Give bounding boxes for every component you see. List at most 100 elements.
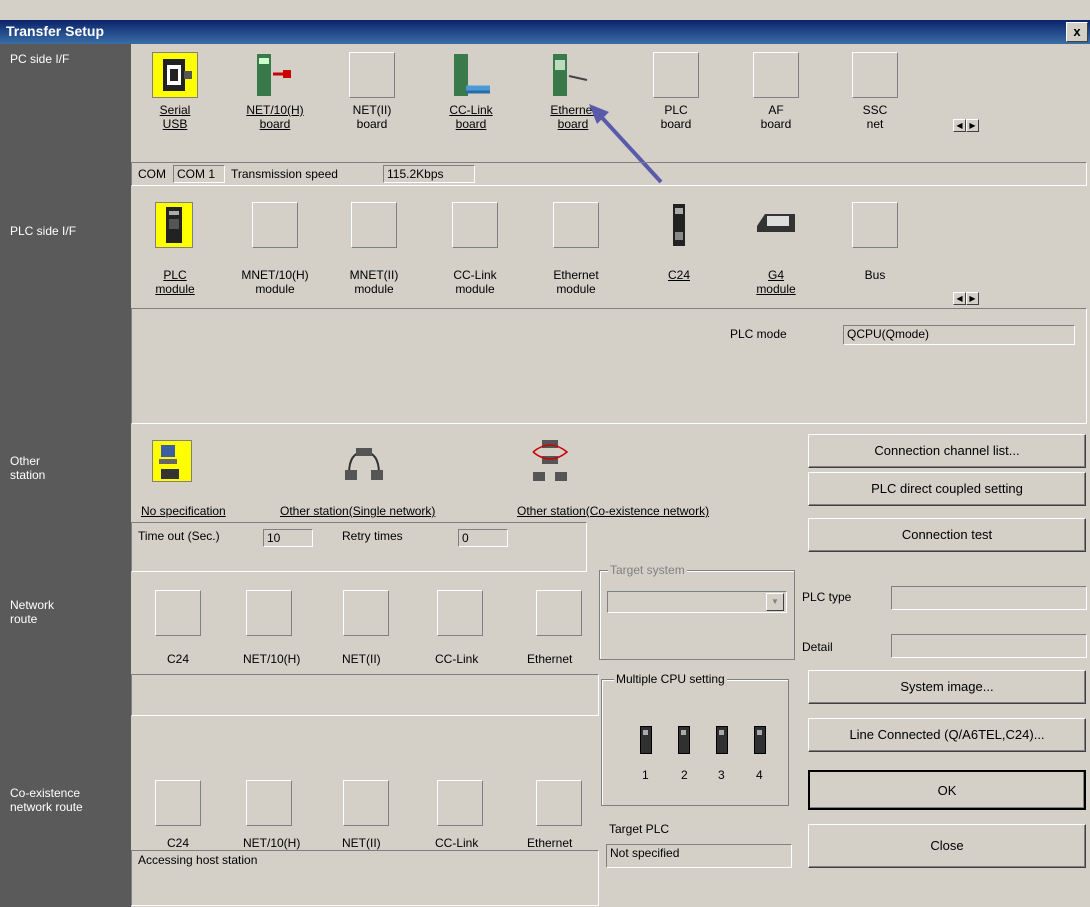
serial-usb-icon[interactable] [152, 52, 198, 98]
network-route-panel [131, 674, 599, 716]
scroll-left-icon[interactable]: ◀ [953, 292, 966, 305]
system-image-button[interactable]: System image... [808, 670, 1086, 704]
mnet10h-module-icon[interactable] [252, 202, 298, 248]
coexist-network-icon[interactable] [527, 436, 573, 482]
pc-side-scroll[interactable]: ◀ ▶ [953, 119, 981, 133]
cpu-4-icon[interactable] [754, 726, 766, 754]
dropdown-arrow-icon[interactable]: ▼ [766, 593, 784, 611]
scroll-right-icon[interactable]: ▶ [966, 119, 979, 132]
plc-mode-field[interactable]: QCPU(Qmode) [843, 325, 1075, 345]
coexist-ethernet-icon[interactable] [536, 780, 582, 826]
timeout-field[interactable]: 10 [263, 529, 313, 547]
plc-direct-coupled-button[interactable]: PLC direct coupled setting [808, 472, 1086, 506]
plc-module-icon[interactable] [155, 202, 193, 248]
scroll-right-icon[interactable]: ▶ [966, 292, 979, 305]
plc-item-mnet2[interactable]: MNET(II) module [334, 268, 414, 296]
net-route-c24-icon[interactable] [155, 590, 201, 636]
cpu-1-label: 1 [642, 768, 649, 782]
cpu-1-icon[interactable] [640, 726, 652, 754]
com-field[interactable]: COM 1 [173, 165, 225, 183]
cclink-module-icon[interactable] [452, 202, 498, 248]
af-board-icon[interactable] [753, 52, 799, 98]
pc-item-cclink[interactable]: CC-Link board [431, 103, 511, 131]
board-icon [257, 54, 291, 96]
target-plc-field[interactable]: Not specified [606, 844, 792, 868]
multi-cpu-label: Multiple CPU setting [614, 672, 727, 686]
detail-label: Detail [802, 640, 833, 654]
retry-field[interactable]: 0 [458, 529, 508, 547]
plc-item-plc[interactable]: PLC module [135, 268, 215, 296]
scroll-left-icon[interactable]: ◀ [953, 119, 966, 132]
line-connected-button[interactable]: Line Connected (Q/A6TEL,C24)... [808, 718, 1086, 752]
plc-item-g4[interactable]: G4 module [736, 268, 816, 296]
plc-side-scroll[interactable]: ◀ ▶ [953, 292, 981, 306]
com-settings-panel: COM COM 1 Transmission speed 115.2Kbps [131, 162, 1087, 186]
cpu-2-icon[interactable] [678, 726, 690, 754]
cpu-4-label: 4 [756, 768, 763, 782]
network-icon [532, 440, 569, 481]
connection-channel-list-button[interactable]: Connection channel list... [808, 434, 1086, 468]
target-system-label: Target system [608, 563, 687, 577]
ethernet-board-icon[interactable] [547, 52, 593, 98]
c24-module-icon[interactable] [669, 202, 689, 248]
net-route-ethernet-label: Ethernet [527, 652, 573, 666]
single-network-link[interactable]: Other station(Single network) [280, 504, 435, 518]
net-route-net10h-icon[interactable] [246, 590, 292, 636]
bus-icon[interactable] [852, 202, 898, 248]
coexist-network-link[interactable]: Other station(Co-existence network) [517, 504, 709, 518]
plc-item-cclink[interactable]: CC-Link module [435, 268, 515, 296]
g4-icon [757, 214, 795, 232]
timeout-label: Time out (Sec.) [138, 529, 220, 543]
retry-label: Retry times [342, 529, 403, 543]
ssc-net-icon[interactable] [852, 52, 898, 98]
no-spec-link[interactable]: No specification [141, 504, 226, 518]
pc-side-label: PC side I/F [10, 52, 70, 66]
single-network-icon[interactable] [341, 440, 387, 486]
net-route-cclink-icon[interactable] [437, 590, 483, 636]
close-icon[interactable]: x [1066, 22, 1088, 42]
coexist-cclink-icon[interactable] [437, 780, 483, 826]
coexist-route-label-1: Co-existence [10, 786, 81, 800]
mnet2-module-icon[interactable] [351, 202, 397, 248]
network-route-label-1: Network [10, 598, 55, 612]
ethernet-module-icon[interactable] [553, 202, 599, 248]
pc-item-af[interactable]: AF board [736, 103, 816, 131]
network-icon [345, 448, 383, 480]
plc-mode-panel: PLC mode QCPU(Qmode) [131, 308, 1087, 424]
cpu-3-icon[interactable] [716, 726, 728, 754]
net-route-net2-label: NET(II) [342, 652, 381, 666]
no-spec-icon[interactable] [152, 440, 192, 482]
coexist-net10h-icon[interactable] [246, 780, 292, 826]
plc-board-icon[interactable] [653, 52, 699, 98]
net10h-board-icon[interactable] [251, 52, 297, 98]
pc-item-net10h[interactable]: NET/10(H) board [235, 103, 315, 131]
detail-field[interactable] [891, 634, 1087, 658]
connection-test-button[interactable]: Connection test [808, 518, 1086, 552]
target-system-select[interactable] [607, 591, 787, 613]
close-button[interactable]: Close [808, 824, 1086, 868]
ok-button[interactable]: OK [808, 770, 1086, 810]
net-route-ethernet-icon[interactable] [536, 590, 582, 636]
pc-item-ssc[interactable]: SSC net [835, 103, 915, 131]
net2-board-icon[interactable] [349, 52, 395, 98]
cclink-board-icon[interactable] [448, 52, 494, 98]
pc-item-net2[interactable]: NET(II) board [332, 103, 412, 131]
plc-item-bus[interactable]: Bus [835, 268, 915, 282]
speed-field[interactable]: 115.2Kbps [383, 165, 475, 183]
speed-label: Transmission speed [231, 167, 338, 181]
serial-port-icon [163, 59, 192, 91]
g4-module-icon[interactable] [753, 202, 799, 248]
coexist-c24-icon[interactable] [155, 780, 201, 826]
coexist-route-label-2: network route [10, 800, 83, 814]
coexist-net2-icon[interactable] [343, 780, 389, 826]
c24-icon [673, 204, 685, 246]
net-route-cclink-label: CC-Link [435, 652, 479, 666]
plc-type-field[interactable] [891, 586, 1087, 610]
plc-item-mnet10h[interactable]: MNET/10(H) module [235, 268, 315, 296]
timeout-panel: Time out (Sec.) 10 Retry times 0 [131, 522, 587, 572]
plc-item-c24[interactable]: C24 [639, 268, 719, 282]
pc-item-serial[interactable]: Serial USB [135, 103, 215, 131]
multi-cpu-group: Multiple CPU setting 1 2 3 4 [601, 672, 789, 806]
plc-item-ethernet[interactable]: Ethernet module [536, 268, 616, 296]
net-route-net2-icon[interactable] [343, 590, 389, 636]
